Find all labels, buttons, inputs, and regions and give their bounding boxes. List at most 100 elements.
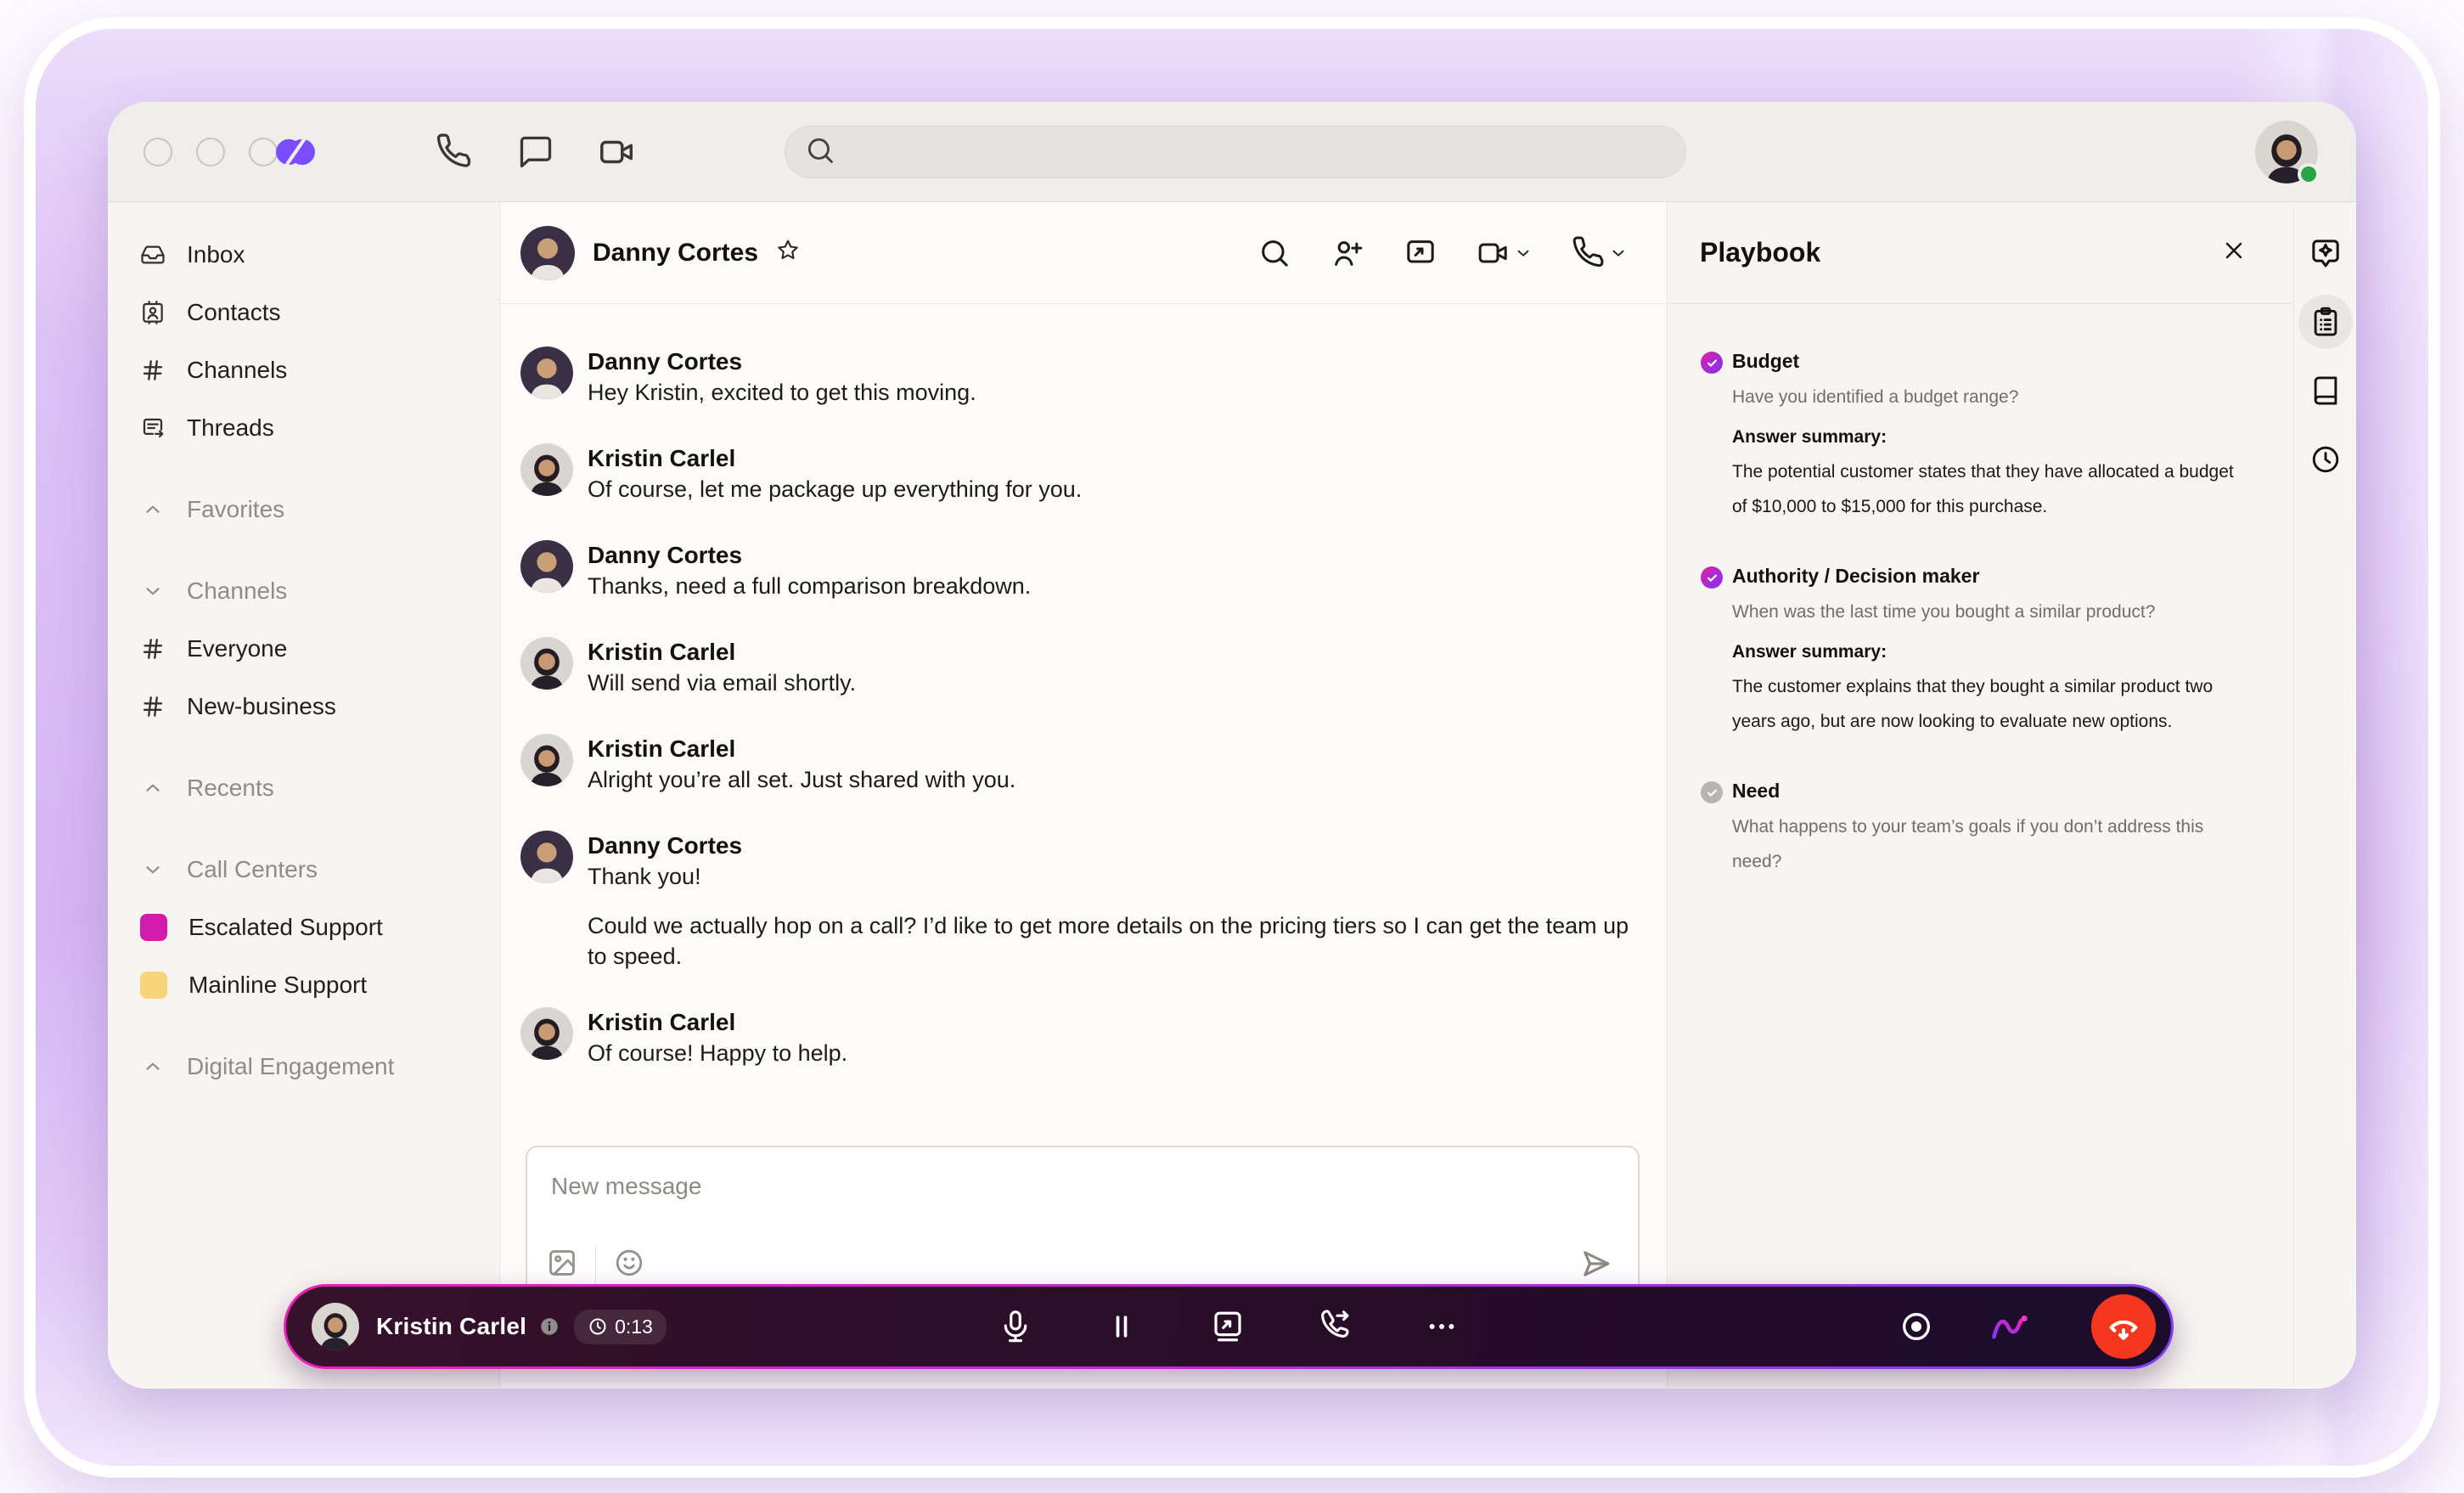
message-text: Of course, let me package up everything … bbox=[588, 476, 1083, 502]
message: Kristin Carlel Of course! Happy to help. bbox=[520, 1007, 1640, 1068]
message-input[interactable]: New message bbox=[551, 1173, 1638, 1200]
message-avatar bbox=[520, 734, 573, 786]
sidebar-item-escalated-support[interactable]: Escalated Support bbox=[108, 899, 499, 956]
playbook-tab-icon[interactable] bbox=[2309, 305, 2343, 339]
sidebar-item-label: Everyone bbox=[187, 635, 288, 662]
call-duration: 0:13 bbox=[615, 1315, 653, 1338]
playbook-section-title: Authority / Decision maker bbox=[1732, 565, 1980, 587]
playbook-sections: Budget Have you identified a budget rang… bbox=[1668, 304, 2293, 879]
message-text: Could we actually hop on a call? I’d lik… bbox=[588, 913, 1629, 969]
message-text: Thank you! bbox=[588, 864, 701, 889]
message: Kristin Carlel Will send via email short… bbox=[520, 637, 1640, 698]
message-avatar bbox=[520, 637, 573, 690]
add-person-icon[interactable] bbox=[1330, 236, 1364, 270]
hash-icon bbox=[140, 636, 166, 662]
message-text: Alright you’re all set. Just shared with… bbox=[588, 767, 1016, 792]
sidebar-item-threads[interactable]: Threads bbox=[108, 399, 499, 457]
emoji-icon[interactable] bbox=[613, 1247, 645, 1283]
call-participant-avatar bbox=[312, 1303, 359, 1350]
message-list[interactable]: Danny Cortes Hey Kristin, excited to get… bbox=[500, 304, 1667, 1146]
check-pending-icon bbox=[1701, 781, 1723, 803]
message-avatar bbox=[520, 831, 573, 883]
call-timer: 0:13 bbox=[574, 1309, 667, 1344]
sidebar-item-label: New-business bbox=[187, 693, 336, 719]
chevron-up-icon bbox=[142, 1056, 164, 1078]
user-avatar[interactable] bbox=[2255, 121, 2320, 185]
message: Danny Cortes Hey Kristin, excited to get… bbox=[520, 346, 1640, 408]
chevron-up-icon bbox=[142, 499, 164, 521]
top-nav bbox=[435, 102, 637, 202]
calls-nav-icon[interactable] bbox=[435, 132, 474, 172]
chat-header-actions bbox=[1257, 235, 1628, 270]
sidebar-section-channels[interactable]: Channels bbox=[108, 562, 499, 620]
notes-icon[interactable] bbox=[2309, 374, 2343, 408]
right-rail bbox=[2293, 202, 2356, 1388]
hash-icon bbox=[140, 358, 166, 383]
sidebar-item-contacts[interactable]: Contacts bbox=[108, 284, 499, 341]
sidebar-section-digital-engagement[interactable]: Digital Engagement bbox=[108, 1038, 499, 1096]
chevron-up-icon bbox=[142, 777, 164, 799]
end-call-button[interactable] bbox=[2091, 1294, 2156, 1359]
sidebar-section-recents[interactable]: Recents bbox=[108, 759, 499, 817]
sidebar-item-label: Escalated Support bbox=[188, 914, 383, 940]
message: Danny Cortes Thank you! Could we actuall… bbox=[520, 831, 1640, 972]
sidebar-item-label: Mainline Support bbox=[188, 972, 368, 998]
sidebar-item-label: Threads bbox=[187, 414, 274, 441]
message: Kristin Carlel Alright you’re all set. J… bbox=[520, 734, 1640, 795]
call-info-icon[interactable] bbox=[538, 1316, 560, 1338]
call-controls bbox=[998, 1309, 1460, 1344]
check-complete-icon bbox=[1701, 352, 1723, 374]
playbook-question: Have you identified a budget range? bbox=[1732, 387, 2019, 407]
hold-call-icon[interactable] bbox=[1105, 1310, 1139, 1344]
sidebar-item-inbox[interactable]: Inbox bbox=[108, 226, 499, 284]
sidebar-item-label: Inbox bbox=[187, 241, 245, 268]
send-message-icon[interactable] bbox=[1578, 1246, 1614, 1286]
window-minimize-button[interactable] bbox=[196, 138, 225, 166]
playbook-section-need: Need What happens to your team’s goals i… bbox=[1701, 776, 2251, 879]
message-avatar bbox=[520, 1007, 573, 1060]
start-video-call-button[interactable] bbox=[1477, 236, 1533, 270]
window-close-button[interactable] bbox=[143, 138, 172, 166]
contact-avatar bbox=[520, 225, 575, 280]
record-call-icon[interactable] bbox=[1899, 1310, 1933, 1344]
sidebar-item-everyone[interactable]: Everyone bbox=[108, 620, 499, 678]
hash-icon bbox=[140, 694, 166, 719]
message: Kristin Carlel Of course, let me package… bbox=[520, 443, 1640, 504]
sidebar-item-channels[interactable]: Channels bbox=[108, 341, 499, 399]
transfer-call-icon[interactable] bbox=[1317, 1309, 1353, 1344]
attach-image-icon[interactable] bbox=[546, 1247, 578, 1283]
sidebar-item-mainline-support[interactable]: Mainline Support bbox=[108, 956, 499, 1014]
chevron-down-icon bbox=[1612, 250, 1624, 256]
more-options-icon[interactable] bbox=[1424, 1309, 1460, 1344]
window-controls[interactable] bbox=[143, 102, 278, 202]
message-author: Kristin Carlel bbox=[588, 1009, 736, 1035]
start-call-button[interactable] bbox=[1572, 235, 1628, 270]
message-author: Danny Cortes bbox=[588, 348, 743, 375]
sidebar-section-favorites[interactable]: Favorites bbox=[108, 481, 499, 538]
search-conversation-icon[interactable] bbox=[1257, 236, 1291, 270]
global-search-input[interactable] bbox=[785, 126, 1686, 178]
top-bar bbox=[108, 102, 2356, 202]
close-icon[interactable] bbox=[2220, 237, 2247, 268]
sidebar-item-new-business[interactable]: New-business bbox=[108, 678, 499, 735]
call-bar-right bbox=[1899, 1294, 2156, 1359]
sidebar-section-label: Digital Engagement bbox=[187, 1053, 395, 1079]
search-icon bbox=[804, 134, 836, 171]
ai-assistant-icon[interactable] bbox=[2309, 236, 2343, 270]
active-call-bar: Kristin Carlel 0:13 bbox=[284, 1284, 2174, 1369]
playbook-answer-label: Answer summary: bbox=[1732, 642, 1887, 662]
favorite-star-icon[interactable] bbox=[775, 238, 801, 268]
sidebar-section-call-centers[interactable]: Call Centers bbox=[108, 841, 499, 899]
clock-icon bbox=[589, 1318, 606, 1335]
message-text: Of course! Happy to help. bbox=[588, 1040, 848, 1066]
message-text: Will send via email shortly. bbox=[588, 670, 857, 696]
message: Danny Cortes Thanks, need a full compari… bbox=[520, 540, 1640, 601]
meetings-nav-icon[interactable] bbox=[598, 132, 637, 172]
messages-nav-icon[interactable] bbox=[516, 132, 555, 172]
playbook-section-budget: Budget Have you identified a budget rang… bbox=[1701, 346, 2251, 524]
share-screen-icon[interactable] bbox=[1210, 1309, 1246, 1344]
mute-microphone-icon[interactable] bbox=[998, 1309, 1033, 1344]
share-screen-icon[interactable] bbox=[1404, 236, 1437, 270]
dialpad-ai-logo-icon[interactable] bbox=[1989, 1310, 2035, 1343]
history-icon[interactable] bbox=[2309, 442, 2343, 476]
